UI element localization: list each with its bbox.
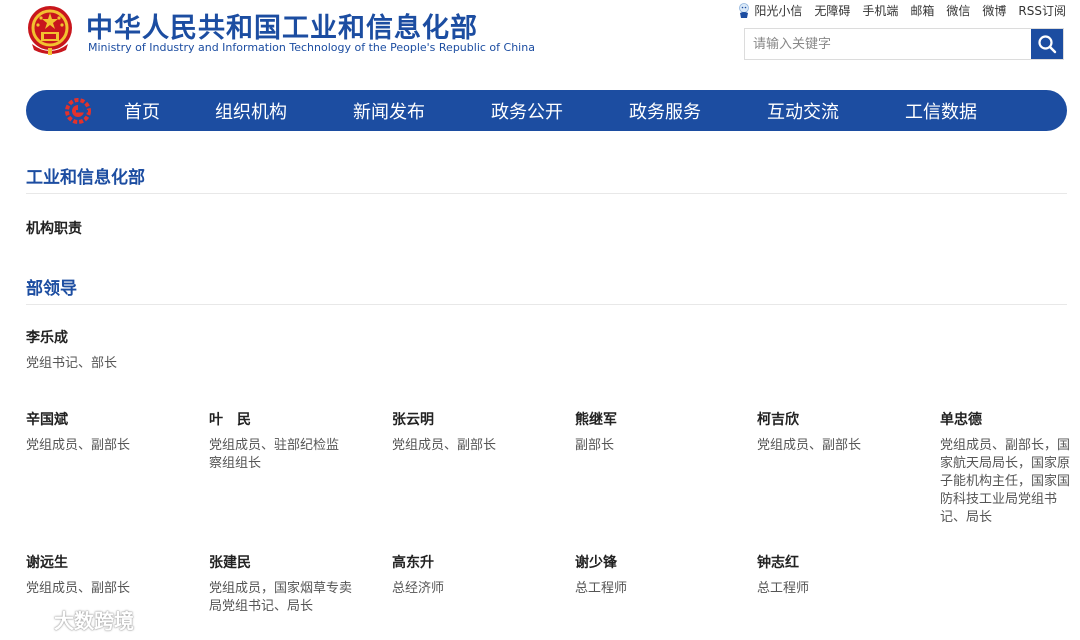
leader-card: 李乐成 党组书记、部长 — [26, 327, 196, 373]
nav-item-data[interactable]: 工信数据 — [872, 98, 1010, 124]
leader-name[interactable]: 高东升 — [392, 552, 552, 572]
leader-card: 张建民 党组成员，国家烟草专卖局党组书记、局长 — [209, 552, 354, 616]
leader-name[interactable]: 张建民 — [209, 552, 354, 572]
toplink-accessibility[interactable]: 无障碍 — [814, 2, 850, 19]
leader-role: 党组成员、副部长 — [392, 438, 497, 453]
leader-card: 辛国斌 党组成员、副部长 — [26, 409, 186, 455]
nav-item-news[interactable]: 新闻发布 — [320, 98, 458, 124]
leader-card: 张云明 党组成员、副部长 — [392, 409, 552, 455]
nav-item-gov-services[interactable]: 政务服务 — [596, 98, 734, 124]
link-responsibilities[interactable]: 机构职责 — [26, 218, 82, 238]
leader-card: 柯吉欣 党组成员、副部长 — [757, 409, 917, 455]
leader-role: 党组成员、副部长 — [26, 581, 131, 596]
leader-card: 单忠德 党组成员、副部长，国家航天局局长，国家原子能机构主任，国家国防科技工业局… — [940, 409, 1074, 527]
toplink-sunshine[interactable]: 阳光小信 — [737, 2, 802, 19]
toplink-label: 阳光小信 — [754, 4, 803, 18]
leader-card: 叶 民 党组成员、驻部纪检监察组组长 — [209, 409, 344, 473]
search-box — [744, 28, 1064, 60]
leader-name[interactable]: 张云明 — [392, 409, 552, 429]
miit-logo-icon — [65, 97, 91, 124]
leader-name[interactable]: 谢远生 — [26, 552, 186, 572]
leader-card: 钟志红 总工程师 — [757, 552, 917, 598]
leader-name[interactable]: 谢少锋 — [575, 552, 735, 572]
section-title-ministry: 工业和信息化部 — [26, 168, 145, 188]
search-input[interactable] — [745, 29, 1031, 59]
toplink-wechat[interactable]: 微信 — [946, 2, 970, 19]
toplink-weibo[interactable]: 微博 — [982, 2, 1006, 19]
leader-name[interactable]: 熊继军 — [575, 409, 735, 429]
leader-name[interactable]: 钟志红 — [757, 552, 917, 572]
leader-role: 总工程师 — [757, 581, 810, 596]
toplink-mobile[interactable]: 手机端 — [862, 2, 898, 19]
divider — [26, 304, 1067, 305]
leader-name[interactable]: 柯吉欣 — [757, 409, 917, 429]
leader-role: 总经济师 — [392, 581, 445, 596]
leader-name[interactable]: 李乐成 — [26, 327, 196, 347]
leader-role: 总工程师 — [575, 581, 628, 596]
search-icon — [1038, 35, 1057, 54]
nav-item-interaction[interactable]: 互动交流 — [734, 98, 872, 124]
search-button[interactable] — [1031, 29, 1063, 59]
leader-role: 副部长 — [575, 438, 615, 453]
main-nav: 首页 组织机构 新闻发布 政务公开 政务服务 互动交流 工信数据 — [26, 90, 1067, 131]
leader-card: 高东升 总经济师 — [392, 552, 552, 598]
nav-item-organization[interactable]: 组织机构 — [182, 98, 320, 124]
leader-name[interactable]: 叶 民 — [209, 409, 344, 429]
leader-role: 党组成员、副部长 — [26, 438, 131, 453]
toplink-rss[interactable]: RSS订阅 — [1018, 2, 1066, 19]
leader-role: 党组书记、部长 — [26, 356, 118, 371]
watermark-text: 大数跨境 — [54, 609, 134, 633]
mascot-icon — [739, 2, 750, 18]
section-title-leaders: 部领导 — [26, 279, 77, 299]
leader-role: 党组成员、副部长 — [757, 438, 862, 453]
leader-name[interactable]: 辛国斌 — [26, 409, 186, 429]
leader-role: 党组成员，国家烟草专卖局党组书记、局长 — [209, 581, 353, 614]
site-subtitle: Ministry of Industry and Information Tec… — [88, 41, 535, 54]
divider — [26, 193, 1067, 194]
nav-item-gov-affairs[interactable]: 政务公开 — [458, 98, 596, 124]
leader-card: 谢少锋 总工程师 — [575, 552, 735, 598]
nav-item-home[interactable]: 首页 — [102, 98, 182, 124]
leader-card: 谢远生 党组成员、副部长 — [26, 552, 186, 598]
toplink-email[interactable]: 邮箱 — [910, 2, 934, 19]
site-title[interactable]: 中华人民共和国工业和信息化部 — [86, 6, 478, 45]
leader-name[interactable]: 单忠德 — [940, 409, 1074, 429]
leader-role: 党组成员、副部长，国家航天局局长，国家原子能机构主任，国家国防科技工业局党组书记… — [940, 438, 1071, 525]
national-emblem-icon — [26, 4, 74, 56]
leader-role: 党组成员、驻部纪检监察组组长 — [209, 438, 340, 471]
leader-card: 熊继军 副部长 — [575, 409, 735, 455]
top-links: 阳光小信 无障碍 手机端 邮箱 微信 微博 RSS订阅 — [737, 2, 1066, 19]
watermark-logo-icon — [12, 610, 49, 629]
watermark: 大数跨境 — [10, 605, 134, 634]
